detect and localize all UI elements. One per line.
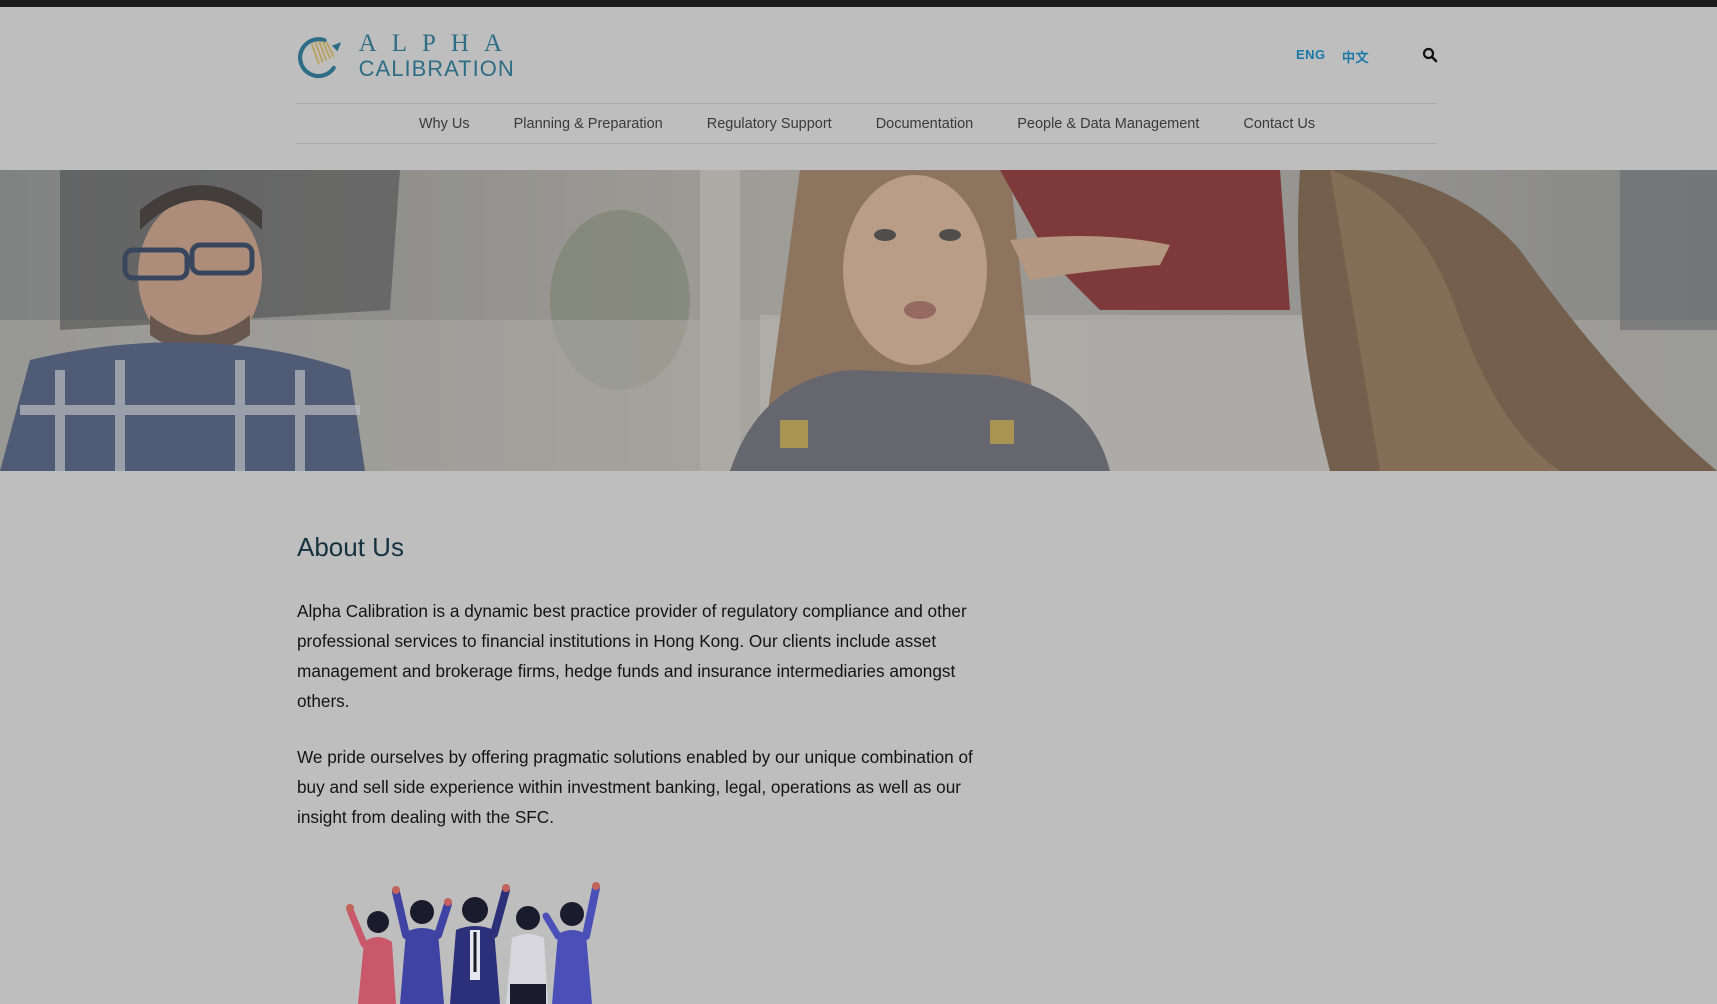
language-chinese-link[interactable]: 中文 [1342, 47, 1369, 66]
search-icon [1422, 47, 1438, 63]
logo-line-calibration: CALIBRATION [358, 55, 515, 81]
logo-line-alpha: ALPHA [358, 29, 517, 57]
about-paragraph-2: We pride ourselves by offering pragmatic… [297, 747, 973, 827]
team-celebration-illustration [330, 880, 630, 1004]
nav-item-people-data-management[interactable]: People & Data Management [1017, 116, 1199, 132]
main-navigation: Why Us Planning & Preparation Regulatory… [297, 104, 1437, 143]
nav-item-planning-preparation[interactable]: Planning & Preparation [514, 116, 663, 132]
hero-banner-image [0, 170, 1717, 471]
search-button[interactable] [1421, 46, 1439, 64]
page-title: About Us [297, 532, 404, 562]
nav-item-contact-us[interactable]: Contact Us [1243, 116, 1315, 132]
language-english-link[interactable]: ENG [1296, 47, 1326, 62]
site-logo[interactable]: ALPHA CALIBRATION [297, 30, 517, 80]
nav-divider-bottom [297, 143, 1437, 144]
logo-icon [298, 37, 342, 79]
nav-item-documentation[interactable]: Documentation [876, 116, 974, 132]
logo-text: ALPHA CALIBRATION [359, 31, 517, 80]
top-border-bar [0, 0, 1717, 7]
about-paragraph-1: Alpha Calibration is a dynamic best prac… [297, 601, 967, 711]
nav-item-regulatory-support[interactable]: Regulatory Support [707, 116, 832, 132]
nav-item-why-us[interactable]: Why Us [419, 116, 470, 132]
